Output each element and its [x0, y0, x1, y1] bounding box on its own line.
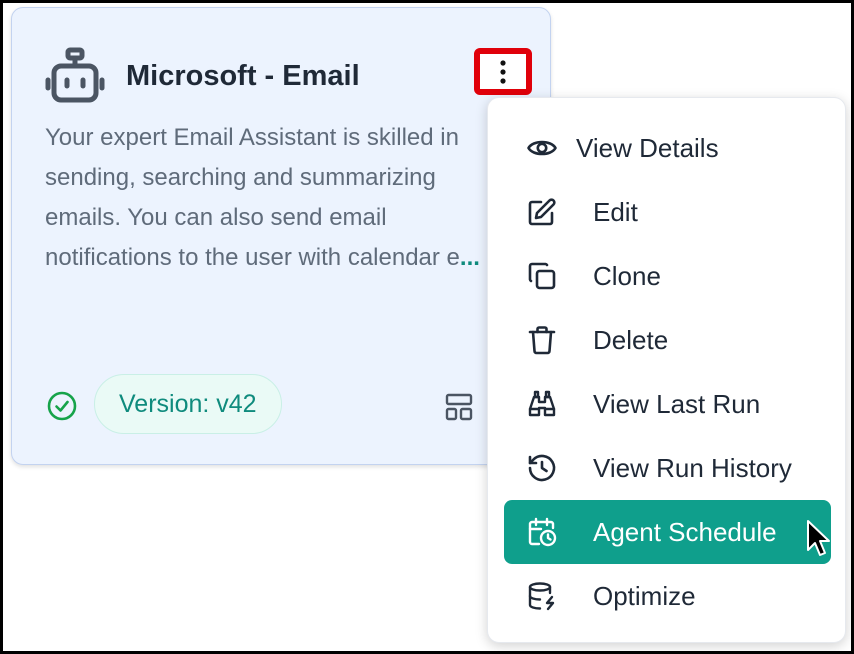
options-menu: View Details Edit Clone Delete View Last… — [487, 97, 846, 643]
read-more-link[interactable]: ... — [460, 244, 480, 271]
menu-item-label: View Last Run — [593, 389, 761, 419]
description-text: Your expert Email Assistant is skilled i… — [45, 124, 460, 271]
menu-item-clone[interactable]: Clone — [504, 244, 831, 308]
layout-icon[interactable] — [444, 392, 474, 422]
history-icon — [528, 454, 556, 482]
menu-item-label: View Run History — [593, 453, 792, 483]
check-circle-icon — [47, 391, 77, 421]
menu-item-view-last-run[interactable]: View Last Run — [504, 372, 831, 436]
menu-item-label: Clone — [593, 261, 661, 291]
menu-item-label: View Details — [576, 133, 719, 163]
menu-item-edit[interactable]: Edit — [504, 180, 831, 244]
card-description: Your expert Email Assistant is skilled i… — [45, 118, 495, 318]
more-options-button[interactable] — [474, 48, 532, 95]
menu-item-view-run-history[interactable]: View Run History — [504, 436, 831, 500]
menu-item-view-details[interactable]: View Details — [504, 116, 831, 180]
copy-icon — [528, 262, 556, 290]
menu-item-agent-schedule[interactable]: Agent Schedule — [504, 500, 831, 564]
binoculars-icon — [528, 390, 556, 417]
calendar-clock-icon — [528, 517, 557, 547]
menu-item-optimize[interactable]: Optimize — [504, 564, 831, 628]
screenshot-frame: Microsoft - Email Your expert Email Assi… — [0, 0, 854, 654]
menu-item-label: Delete — [593, 325, 669, 355]
agent-card[interactable]: Microsoft - Email Your expert Email Assi… — [11, 7, 551, 465]
card-title: Microsoft - Email — [126, 60, 360, 92]
menu-item-delete[interactable]: Delete — [504, 308, 831, 372]
eye-icon — [527, 140, 557, 156]
database-zap-icon — [528, 582, 555, 611]
mouse-cursor-icon — [807, 520, 830, 556]
kebab-menu-icon — [500, 59, 506, 84]
bot-icon — [45, 47, 105, 103]
edit-icon — [528, 198, 556, 226]
menu-item-label: Optimize — [593, 581, 696, 611]
trash-icon — [528, 326, 556, 355]
version-badge: Version: v42 — [94, 374, 282, 434]
menu-item-label: Agent Schedule — [593, 517, 777, 547]
menu-item-label: Edit — [593, 197, 638, 227]
